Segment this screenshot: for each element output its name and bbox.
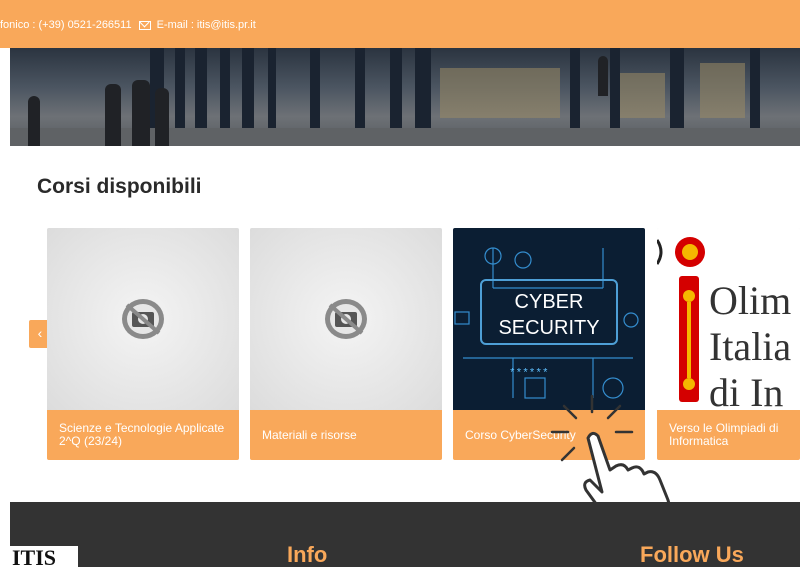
password-text: ****** bbox=[509, 368, 549, 380]
contact-info: fonico : (+39) 0521-266511 E-mail : itis… bbox=[0, 19, 256, 31]
course-card-title[interactable]: Materiali e risorse bbox=[250, 410, 442, 460]
security-text: SECURITY bbox=[498, 317, 599, 339]
cyber-text: CYBER bbox=[515, 291, 584, 313]
hero-banner-image bbox=[10, 48, 800, 146]
olimpiadi-logo-image: Olim Italia di In bbox=[657, 228, 800, 415]
itis-logo[interactable]: ITIS bbox=[10, 546, 78, 567]
envelope-icon bbox=[138, 20, 151, 30]
course-card[interactable]: Materiali e risorse bbox=[250, 228, 442, 460]
olimpiadi-text-2: Italia bbox=[709, 324, 791, 369]
olimpiadi-text-3: di In bbox=[709, 370, 783, 410]
course-card-title[interactable]: Scienze e Tecnologie Applicate 2^Q (23/2… bbox=[47, 410, 239, 460]
course-card[interactable]: Scienze e Tecnologie Applicate 2^Q (23/2… bbox=[47, 228, 239, 460]
course-image-placeholder bbox=[250, 228, 442, 410]
no-image-icon bbox=[325, 299, 367, 339]
cybersecurity-image: CYBER SECURITY ****** bbox=[453, 228, 645, 410]
footer-follow-heading: Follow Us bbox=[640, 542, 744, 567]
course-card-title[interactable]: Verso le Olimpiadi di Informatica bbox=[657, 410, 800, 460]
course-image-placeholder bbox=[47, 228, 239, 410]
olimpiadi-text-1: Olim bbox=[709, 278, 791, 323]
site-footer: ITIS Info Follow Us bbox=[10, 502, 800, 567]
phone-text: fonico : (+39) 0521-266511 bbox=[0, 19, 132, 31]
email-link[interactable]: E-mail : itis@itis.pr.it bbox=[157, 19, 256, 31]
course-card[interactable]: CYBER SECURITY ****** Corso CyberSecurit… bbox=[453, 228, 645, 460]
course-card[interactable]: Olim Italia di In Verso le Olimpiadi di … bbox=[657, 228, 800, 460]
olimpiadi-logo: Olim Italia di In bbox=[657, 237, 791, 415]
no-image-icon bbox=[122, 299, 164, 339]
section-title: Corsi disponibili bbox=[37, 175, 202, 198]
course-card-title[interactable]: Corso CyberSecurity bbox=[453, 410, 645, 460]
footer-info-heading: Info bbox=[287, 542, 328, 567]
cyber-illustration: CYBER SECURITY ****** bbox=[454, 247, 639, 399]
top-contact-bar: fonico : (+39) 0521-266511 E-mail : itis… bbox=[0, 0, 800, 48]
